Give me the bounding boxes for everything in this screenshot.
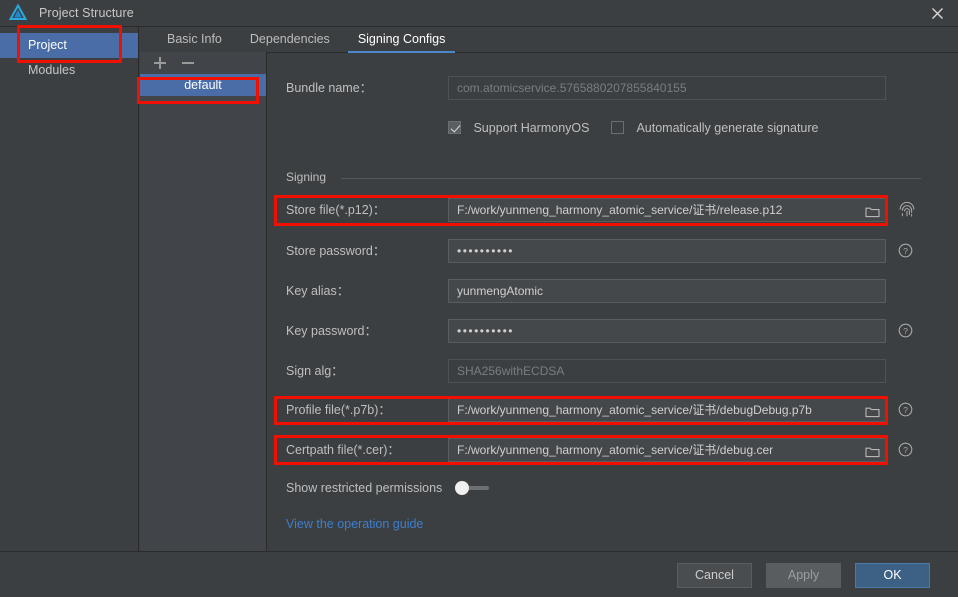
tab-label: Signing Configs — [357, 32, 446, 46]
bundle-name-value: com.atomicservice.5765880207855840155 — [457, 81, 687, 95]
tab-label: Basic Info — [167, 32, 222, 46]
folder-icon[interactable] — [865, 203, 880, 218]
store-file-input[interactable]: F:/work/yunmeng_harmony_atomic_service/证… — [448, 198, 886, 222]
operation-guide-link[interactable]: View the operation guide — [286, 517, 423, 531]
store-file-value: F:/work/yunmeng_harmony_atomic_service/证… — [457, 203, 783, 217]
close-icon[interactable] — [916, 0, 958, 27]
auto-generate-signature-checkbox-row: Automatically generate signature — [611, 119, 819, 137]
section-divider — [341, 178, 922, 179]
store-password-input[interactable]: •••••••••• — [448, 239, 886, 263]
restricted-permissions-label: Show restricted permissions — [286, 481, 443, 495]
tab-dependencies[interactable]: Dependencies — [236, 32, 344, 52]
svg-text:?: ? — [903, 405, 908, 415]
sidebar-item-label: Project — [28, 38, 67, 52]
help-icon[interactable]: ? — [898, 442, 913, 457]
store-password-value: •••••••••• — [457, 244, 515, 258]
sign-alg-input[interactable]: SHA256withECDSA — [448, 359, 886, 383]
signing-section-header: Signing — [286, 170, 922, 186]
deveco-logo-icon — [7, 2, 29, 24]
support-harmonyos-checkbox[interactable] — [448, 121, 461, 134]
fingerprint-icon[interactable] — [898, 200, 916, 219]
sidebar-item-label: Modules — [28, 63, 76, 77]
ok-button[interactable]: OK — [855, 563, 930, 588]
svg-text:?: ? — [903, 246, 908, 256]
certpath-file-input[interactable]: F:/work/yunmeng_harmony_atomic_service/证… — [448, 438, 886, 462]
sign-alg-value: SHA256withECDSA — [457, 364, 565, 378]
profile-file-label: Profile file(*.p7b)： — [286, 403, 391, 417]
signing-section-title: Signing — [286, 170, 327, 184]
restricted-permissions-toggle[interactable] — [455, 481, 489, 495]
bundle-name-label: Bundle name： — [286, 81, 373, 95]
cancel-button[interactable]: Cancel — [677, 563, 752, 588]
profile-file-value: F:/work/yunmeng_harmony_atomic_service/证… — [457, 403, 812, 417]
store-file-label: Store file(*.p12)： — [286, 203, 386, 217]
key-password-value: •••••••••• — [457, 324, 515, 338]
bundle-name-input[interactable]: com.atomicservice.5765880207855840155 — [448, 76, 886, 100]
sign-alg-label: Sign alg： — [286, 364, 344, 378]
tab-bar: Basic Info Dependencies Signing Configs — [140, 27, 958, 53]
store-password-label: Store password： — [286, 244, 386, 258]
certpath-file-label: Certpath file(*.cer)： — [286, 443, 400, 457]
list-item-label: default — [184, 78, 222, 92]
toggle-knob — [455, 481, 469, 495]
key-alias-input[interactable]: yunmengAtomic — [448, 279, 886, 303]
tab-signing-configs[interactable]: Signing Configs — [344, 32, 460, 53]
apply-button[interactable]: Apply — [766, 563, 841, 588]
support-harmonyos-label: Support HarmonyOS — [473, 121, 590, 135]
list-item[interactable]: default — [140, 74, 266, 96]
help-icon[interactable]: ? — [898, 402, 913, 417]
help-icon[interactable]: ? — [898, 323, 913, 338]
signing-configs-form: Bundle name： com.atomicservice.576588020… — [268, 53, 958, 551]
profile-file-input[interactable]: F:/work/yunmeng_harmony_atomic_service/证… — [448, 398, 886, 422]
folder-icon[interactable] — [865, 403, 880, 418]
signing-config-list-panel: default — [140, 52, 267, 551]
key-alias-value: yunmengAtomic — [457, 284, 544, 298]
title-bar: Project Structure — [0, 0, 958, 27]
sidebar-item-project[interactable]: Project — [0, 33, 138, 58]
navigation-sidebar: Project Modules — [0, 27, 139, 551]
tab-basic-info[interactable]: Basic Info — [153, 32, 236, 52]
auto-generate-signature-checkbox[interactable] — [611, 121, 624, 134]
help-icon[interactable]: ? — [898, 243, 913, 258]
svg-text:?: ? — [903, 445, 908, 455]
dialog-footer: Cancel Apply OK — [0, 551, 958, 597]
remove-config-button[interactable] — [181, 56, 195, 70]
key-password-input[interactable]: •••••••••• — [448, 319, 886, 343]
tab-label: Dependencies — [249, 32, 330, 46]
key-alias-label: Key alias： — [286, 284, 350, 298]
sidebar-item-modules[interactable]: Modules — [0, 58, 138, 83]
window-title: Project Structure — [39, 6, 134, 20]
certpath-file-value: F:/work/yunmeng_harmony_atomic_service/证… — [457, 443, 774, 457]
support-harmonyos-checkbox-row: Support HarmonyOS — [448, 119, 589, 137]
key-password-label: Key password： — [286, 324, 378, 338]
add-config-button[interactable] — [153, 56, 167, 70]
project-structure-dialog: Project Structure Project Modules Basic … — [0, 0, 958, 597]
folder-icon[interactable] — [865, 443, 880, 458]
list-toolbar — [140, 52, 266, 74]
auto-generate-signature-label: Automatically generate signature — [636, 121, 819, 135]
svg-text:?: ? — [903, 326, 908, 336]
